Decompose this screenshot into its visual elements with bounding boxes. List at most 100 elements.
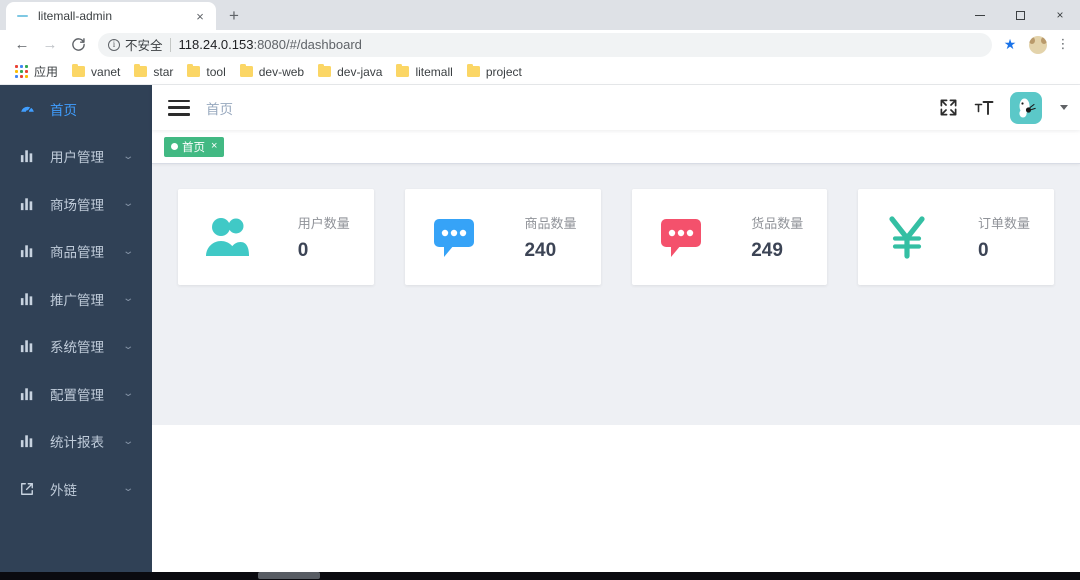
fullscreen-button[interactable] [939, 98, 958, 117]
bookmark-item[interactable]: vanet [65, 62, 127, 82]
folder-icon [318, 64, 332, 77]
stat-card-label: 货品数量 [751, 215, 804, 231]
folder-icon [72, 64, 86, 77]
tag-item-dashboard[interactable]: 首页 × [164, 136, 225, 157]
sidebar-item-label: 用户管理 [50, 150, 104, 166]
user-avatar[interactable] [1010, 91, 1042, 124]
stat-card-label: 订单数量 [977, 215, 1030, 231]
chart-bar-icon [20, 292, 40, 306]
stat-panel-group: 用户数量 0 商品数量 240 货品数量 249 订单数量 0 [152, 164, 1080, 425]
chevron-down-icon[interactable] [1060, 105, 1068, 110]
tags-view: 首页 × [152, 130, 1080, 164]
bookmark-item[interactable]: dev-web [233, 62, 311, 82]
web-app: 首页 用户管理 ⌄ 商场管理 ⌄ 商品管理 ⌄ 推广管理 ⌄ 系统管理 ⌄ 配置… [0, 85, 1080, 572]
bookmark-item[interactable]: project [460, 62, 529, 82]
stat-card-order-count[interactable]: 订单数量 0 [858, 189, 1054, 285]
folder-icon [187, 64, 201, 77]
chart-bar-icon [20, 339, 40, 353]
sidebar-item-mall-management[interactable]: 商场管理 ⌄ [0, 180, 152, 228]
font-size-icon [974, 100, 994, 115]
sidebar-item-statistics-report[interactable]: 统计报表 ⌄ [0, 418, 152, 466]
window-maximize-button[interactable] [1000, 0, 1040, 30]
font-size-button[interactable] [974, 98, 994, 118]
tab-close-icon[interactable]: × [192, 8, 208, 24]
bookmark-item[interactable]: litemall [389, 62, 459, 82]
window-close-button[interactable]: × [1040, 0, 1080, 30]
breadcrumb: 首页 [206, 101, 233, 117]
chevron-down-icon: ⌄ [121, 435, 134, 447]
bookmark-label: dev-web [258, 64, 305, 79]
sidebar-toggle-button[interactable] [168, 99, 190, 116]
dashboard-main: 用户数量 0 商品数量 240 货品数量 249 订单数量 0 [152, 164, 1080, 572]
people-icon [200, 210, 254, 264]
stat-card-text: 货品数量 249 [751, 213, 809, 262]
sidebar-item-label: 系统管理 [50, 340, 104, 356]
sidebar-item-promotion-management[interactable]: 推广管理 ⌄ [0, 275, 152, 323]
address-bar[interactable]: i 不安全 118.24.0.153:8080/#/dashboard [98, 32, 992, 57]
chevron-down-icon: ⌄ [121, 340, 134, 352]
bookmark-item[interactable]: star [127, 62, 180, 82]
sidebar-item-user-management[interactable]: 用户管理 ⌄ [0, 133, 152, 181]
tag-close-icon[interactable]: × [211, 141, 217, 152]
folder-icon [466, 64, 480, 77]
sidebar-item-dashboard[interactable]: 首页 [0, 85, 152, 133]
bookmark-star-icon[interactable]: ★ [998, 36, 1022, 53]
stat-card-value: 240 [524, 239, 557, 261]
sidebar-item-label: 统计报表 [50, 435, 104, 451]
sidebar-item-label: 外链 [50, 482, 77, 498]
bookmark-item[interactable]: tool [180, 62, 232, 82]
chevron-down-icon: ⌄ [121, 245, 134, 257]
sidebar-item-label: 推广管理 [50, 292, 104, 308]
window-minimize-button[interactable] [960, 0, 1000, 30]
security-label: 不安全 [125, 39, 163, 53]
message-icon [654, 210, 708, 264]
back-button[interactable]: ← [8, 31, 36, 59]
url-path: :8080/#/dashboard [253, 37, 362, 52]
external-link-icon [20, 482, 40, 496]
chart-bar-icon [20, 244, 40, 258]
fullscreen-icon [940, 99, 957, 116]
sidebar-item-product-management[interactable]: 商品管理 ⌄ [0, 228, 152, 276]
browser-profile-avatar[interactable] [1029, 35, 1047, 54]
bookmark-label: vanet [91, 64, 121, 79]
tag-label: 首页 [182, 141, 205, 154]
stat-card-goods-count[interactable]: 货品数量 249 [631, 189, 828, 285]
stat-card-text: 商品数量 240 [524, 213, 582, 262]
folder-icon [134, 64, 148, 77]
sidebar-item-label: 商品管理 [50, 245, 104, 261]
reload-button[interactable] [64, 31, 92, 59]
info-icon[interactable]: i [108, 38, 120, 51]
taskbar-item[interactable] [258, 572, 320, 579]
money-icon [880, 210, 934, 264]
browser-menu-icon[interactable]: ⋮ [1054, 37, 1072, 51]
screen: litemall-admin × + × ← → i 不安全 118.24.0.… [0, 0, 1080, 580]
browser-toolbar: ← → i 不安全 118.24.0.153:8080/#/dashboard … [0, 30, 1080, 59]
sidebar-item-external-link[interactable]: 外链 ⌄ [0, 465, 152, 513]
folder-icon [239, 64, 253, 77]
sidebar: 首页 用户管理 ⌄ 商场管理 ⌄ 商品管理 ⌄ 推广管理 ⌄ 系统管理 ⌄ 配置… [0, 85, 152, 572]
sidebar-item-config-management[interactable]: 配置管理 ⌄ [0, 370, 152, 418]
bookmark-apps-label: 应用 [34, 65, 59, 79]
url-host: 118.24.0.153 [178, 37, 254, 52]
tab-title: litemall-admin [38, 9, 113, 23]
sidebar-item-system-management[interactable]: 系统管理 ⌄ [0, 323, 152, 371]
dashboard-icon [20, 101, 40, 116]
browser-tab[interactable]: litemall-admin × [6, 2, 216, 30]
folder-icon [396, 64, 410, 77]
bookmark-apps[interactable]: 应用 [8, 62, 65, 82]
stat-card-user-count[interactable]: 用户数量 0 [178, 189, 374, 285]
sidebar-item-label: 配置管理 [50, 387, 104, 403]
avatar-figure-icon [1019, 98, 1036, 117]
stat-card-product-count[interactable]: 商品数量 240 [404, 189, 601, 285]
dashboard-empty-area [152, 425, 1080, 572]
forward-button: → [42, 36, 58, 53]
stat-card-label: 用户数量 [297, 215, 350, 231]
bookmark-item[interactable]: dev-java [311, 62, 389, 82]
bookmarks-bar: 应用 vanet star tool dev-web dev-java lite… [0, 59, 1080, 85]
chevron-down-icon: ⌄ [121, 150, 134, 162]
chart-bar-icon [20, 197, 40, 211]
chart-bar-icon [20, 387, 40, 401]
sidebar-item-label: 商场管理 [50, 197, 104, 213]
new-tab-button[interactable]: + [220, 1, 248, 29]
tag-dot-icon [171, 143, 178, 150]
